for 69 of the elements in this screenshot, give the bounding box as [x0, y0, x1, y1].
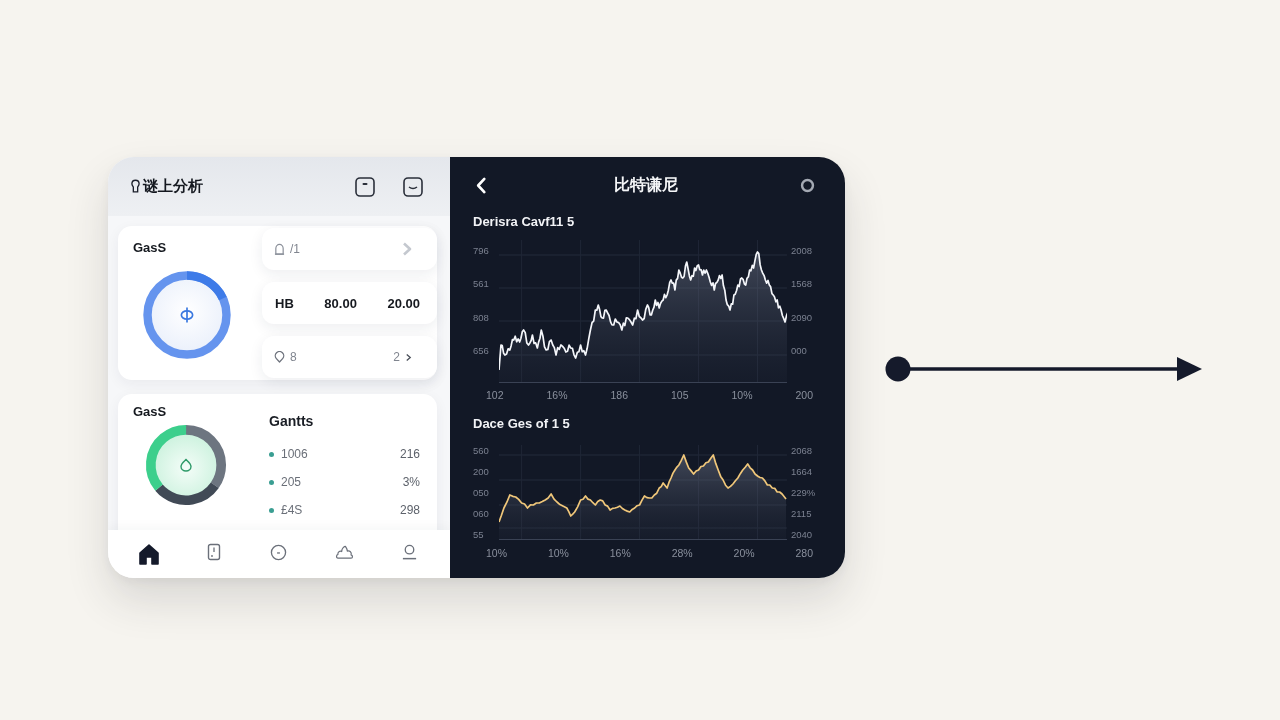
axis-label: 2040 [791, 529, 813, 540]
count-label: /1 [290, 242, 300, 256]
dot-icon [269, 479, 274, 485]
cloud-icon [334, 544, 354, 560]
item-label: £4S [281, 503, 303, 517]
axis-label: 2008 [791, 245, 813, 257]
axis-label: 55 [473, 529, 485, 540]
axis-label: 200 [473, 466, 490, 477]
drop-icon [179, 458, 193, 472]
list-title: Gantts [269, 413, 314, 429]
circle-icon [270, 543, 288, 561]
ticker-label: HB [275, 295, 294, 311]
dot-icon [269, 507, 274, 513]
axis-label: 1664 [791, 466, 813, 477]
square-smile-icon[interactable] [403, 176, 423, 197]
bell-icon [274, 242, 285, 256]
axis-label: 16% [546, 389, 568, 401]
chart-title: Dace Ges of 1 5 [473, 416, 570, 432]
price-value: 80.00 [324, 295, 357, 311]
axis-label: 796 [473, 245, 490, 257]
axis-label: 16% [609, 547, 631, 559]
back-icon[interactable] [475, 176, 487, 194]
axis-label: 10% [547, 547, 569, 559]
axis-label: 808 [473, 311, 490, 324]
axis-label: 656 [473, 345, 490, 357]
square-icon[interactable] [355, 176, 375, 197]
axis-label: 560 [473, 445, 490, 456]
axis-label: 10% [486, 547, 507, 559]
panel-title: 谜上分析 [143, 177, 203, 196]
axis-label: 10% [731, 389, 753, 401]
info-card[interactable]: 8 2 [262, 336, 437, 378]
phi-icon [179, 306, 195, 324]
home-icon [137, 543, 160, 565]
axis-label: 20% [733, 547, 755, 559]
axis-label: 28% [671, 547, 693, 559]
card-title: GasS [133, 405, 167, 419]
card-title: GasS [133, 241, 167, 255]
axis-label: 050 [473, 487, 490, 498]
price-value: 20.00 [387, 295, 420, 311]
axis-label: 1568 [791, 278, 813, 291]
count-label: 2 [393, 350, 400, 364]
phone-icon [206, 543, 221, 561]
axis-label: 229% [791, 487, 816, 498]
axis-label: 2068 [791, 445, 813, 456]
axis-label: 102 [486, 389, 504, 401]
axis-label: 200 [795, 389, 813, 401]
item-label: 205 [281, 475, 302, 489]
dot-icon [269, 451, 274, 457]
bulb-icon [131, 179, 140, 194]
chevron-right-icon[interactable] [405, 352, 412, 362]
item-label: 1006 [281, 447, 308, 461]
count-label: 8 [290, 350, 297, 364]
axis-label: 105 [671, 389, 689, 401]
axis-label: 2115 [791, 508, 812, 519]
axis-label: 561 [473, 278, 490, 291]
axis-label: 280 [795, 547, 813, 559]
item-value: 216 [399, 447, 420, 461]
pin-icon [274, 351, 285, 363]
screen-title: 比特谦尼 [613, 174, 678, 195]
item-value: 298 [399, 503, 420, 517]
axis-label: 2090 [791, 311, 813, 324]
ring-icon[interactable] [800, 177, 815, 193]
person-icon [400, 543, 418, 561]
chart-title: Derisra Cavf11 5 [473, 214, 575, 230]
axis-label: 000 [791, 345, 807, 357]
item-value: 3% [402, 475, 420, 489]
axis-label: 186 [610, 389, 628, 401]
axis-label: 060 [473, 508, 490, 519]
info-card[interactable]: /1 [262, 228, 437, 270]
